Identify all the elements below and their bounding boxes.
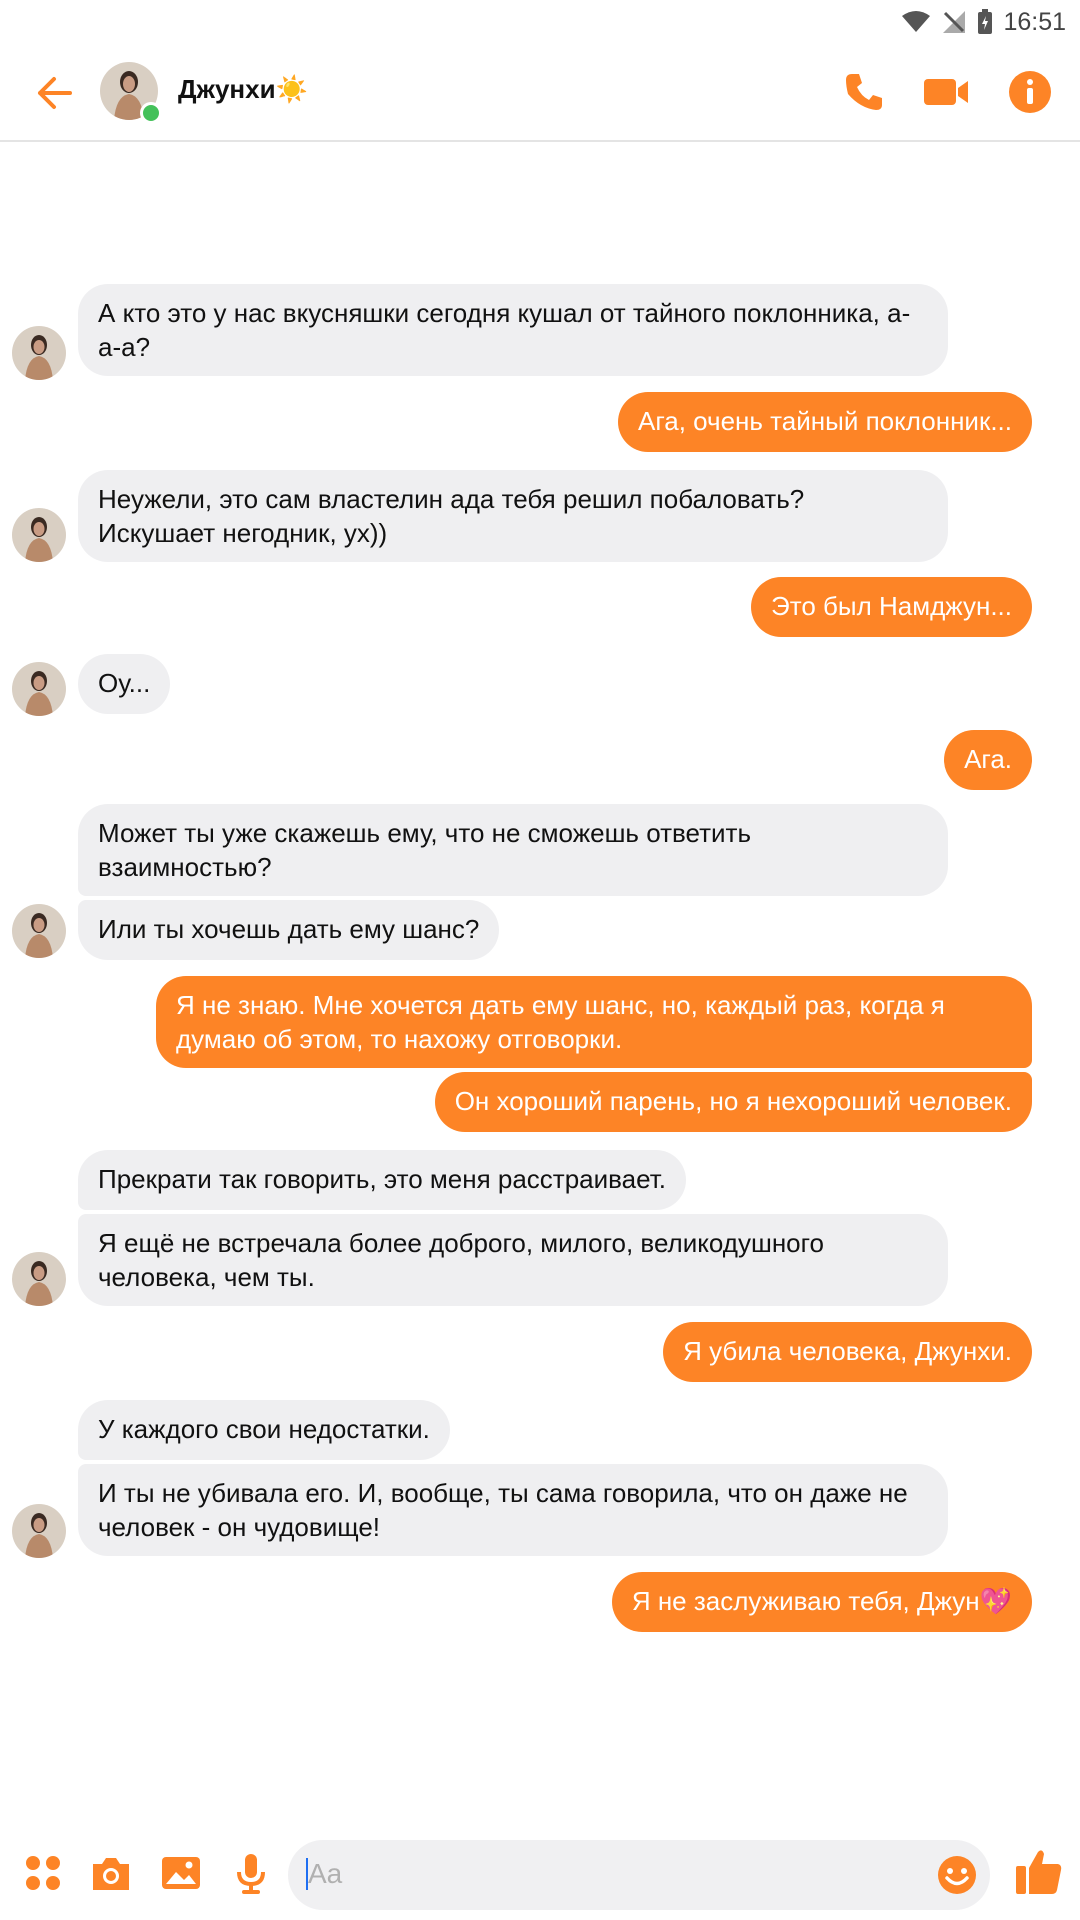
- apps-icon[interactable]: [20, 1850, 66, 1896]
- outgoing-message[interactable]: Ага, очень тайный поклонник...: [618, 392, 1032, 452]
- camera-icon[interactable]: [88, 1850, 134, 1896]
- incoming-message[interactable]: И ты не убивала его. И, вообще, ты сама …: [78, 1464, 948, 1556]
- video-call-icon[interactable]: [920, 66, 972, 118]
- back-arrow-icon[interactable]: [30, 68, 80, 118]
- message-input-placeholder: Aa: [308, 1858, 343, 1889]
- sender-avatar[interactable]: [12, 662, 66, 716]
- message-input[interactable]: Aa: [288, 1840, 990, 1910]
- incoming-message[interactable]: Прекрати так говорить, это меня расстраи…: [78, 1150, 686, 1210]
- gallery-icon[interactable]: [158, 1850, 204, 1896]
- sender-avatar[interactable]: [12, 508, 66, 562]
- outgoing-message[interactable]: Я не заслуживаю тебя, Джун💖: [611, 1572, 1032, 1632]
- emoji-icon[interactable]: [934, 1852, 980, 1898]
- status-bar: 16:51: [0, 0, 1080, 44]
- sender-avatar[interactable]: [12, 1252, 66, 1306]
- message-list: А кто это у нас вкусняшки сегодня кушал …: [0, 142, 1080, 1822]
- contact-name[interactable]: Джунхи☀️: [178, 74, 308, 105]
- online-status-dot: [140, 102, 162, 124]
- message-composer: Aa: [0, 1830, 1080, 1920]
- status-time: 16:51: [1003, 7, 1066, 36]
- sender-avatar[interactable]: [12, 326, 66, 380]
- incoming-message[interactable]: Оу...: [78, 654, 171, 714]
- wifi-icon: [902, 11, 931, 32]
- thumbs-up-icon[interactable]: [1012, 1844, 1066, 1898]
- battery-charging-icon: [978, 9, 993, 34]
- microphone-icon[interactable]: [228, 1850, 274, 1896]
- sender-avatar[interactable]: [12, 1504, 66, 1558]
- incoming-message[interactable]: Может ты уже скажешь ему, что не сможешь…: [78, 804, 948, 896]
- outgoing-message[interactable]: Я не знаю. Мне хочется дать ему шанс, но…: [156, 976, 1032, 1068]
- incoming-message[interactable]: А кто это у нас вкусняшки сегодня кушал …: [78, 284, 948, 376]
- incoming-message[interactable]: Неужели, это сам властелин ада тебя реши…: [78, 470, 948, 562]
- no-signal-icon: [943, 11, 966, 33]
- outgoing-message[interactable]: Это был Намджун...: [751, 577, 1032, 637]
- sender-avatar[interactable]: [12, 904, 66, 958]
- outgoing-message[interactable]: Ага.: [944, 730, 1032, 790]
- incoming-message[interactable]: Я ещё не встречала более доброго, милого…: [78, 1214, 948, 1306]
- outgoing-message[interactable]: Я убила человека, Джунхи.: [663, 1322, 1032, 1382]
- info-icon[interactable]: [1004, 66, 1056, 118]
- phone-call-icon[interactable]: [838, 66, 890, 118]
- incoming-message[interactable]: У каждого свои недостатки.: [78, 1400, 450, 1460]
- chat-header: Джунхи☀️: [0, 44, 1080, 142]
- incoming-message[interactable]: Или ты хочешь дать ему шанс?: [78, 900, 500, 960]
- outgoing-message[interactable]: Он хороший парень, но я нехороший челове…: [434, 1072, 1032, 1132]
